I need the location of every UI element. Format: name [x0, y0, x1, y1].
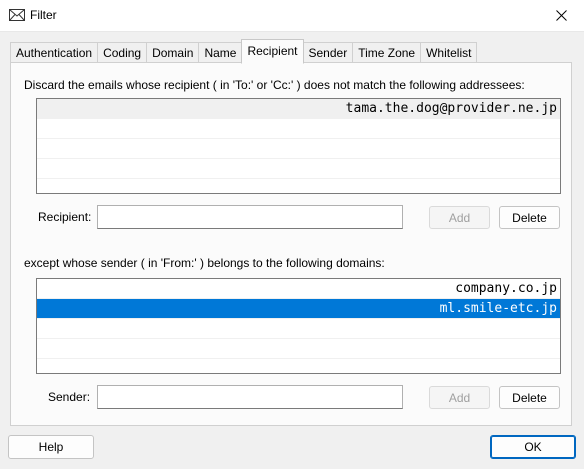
sender-description: except whose sender ( in 'From:' ) belon… — [24, 256, 385, 270]
sender-add-button[interactable]: Add — [429, 386, 490, 409]
tab-name[interactable]: Name — [198, 42, 242, 63]
recipient-delete-button[interactable]: Delete — [499, 206, 560, 229]
recipient-add-button[interactable]: Add — [429, 206, 490, 229]
close-icon — [555, 10, 567, 21]
tab-sender[interactable]: Sender — [303, 42, 353, 63]
help-button[interactable]: Help — [8, 435, 94, 459]
recipient-list[interactable]: tama.the.dog@provider.ne.jp — [36, 98, 561, 194]
tab-domain[interactable]: Domain — [146, 42, 199, 63]
sender-field-label: Sender: — [48, 390, 91, 404]
window-title: Filter — [30, 8, 57, 22]
tab-strip: Authentication Coding Domain Name Recipi… — [10, 39, 478, 64]
title-bar: Filter — [0, 0, 584, 32]
recipient-description: Discard the emails whose recipient ( in … — [24, 78, 525, 92]
ok-button[interactable]: OK — [490, 435, 576, 459]
empty-row — [37, 319, 560, 339]
tab-authentication[interactable]: Authentication — [10, 42, 98, 63]
tab-recipient[interactable]: Recipient — [241, 39, 304, 64]
sender-delete-button[interactable]: Delete — [499, 386, 560, 409]
list-item-selected[interactable]: ml.smile-etc.jp — [37, 299, 560, 319]
sender-input[interactable] — [97, 385, 403, 409]
sender-list[interactable]: company.co.jp ml.smile-etc.jp — [36, 278, 561, 374]
list-item[interactable]: tama.the.dog@provider.ne.jp — [37, 99, 560, 119]
recipient-input[interactable] — [97, 205, 403, 229]
tab-whitelist[interactable]: Whitelist — [420, 42, 478, 63]
envelope-icon — [9, 9, 25, 21]
empty-row — [37, 139, 560, 159]
empty-row — [37, 159, 560, 179]
close-button[interactable] — [538, 0, 584, 31]
empty-row — [37, 339, 560, 359]
tab-panel-recipient: Discard the emails whose recipient ( in … — [10, 62, 572, 426]
list-item[interactable]: company.co.jp — [37, 279, 560, 299]
recipient-field-label: Recipient: — [38, 210, 92, 224]
tab-time-zone[interactable]: Time Zone — [352, 42, 421, 63]
empty-row — [37, 119, 560, 139]
tab-coding[interactable]: Coding — [97, 42, 147, 63]
